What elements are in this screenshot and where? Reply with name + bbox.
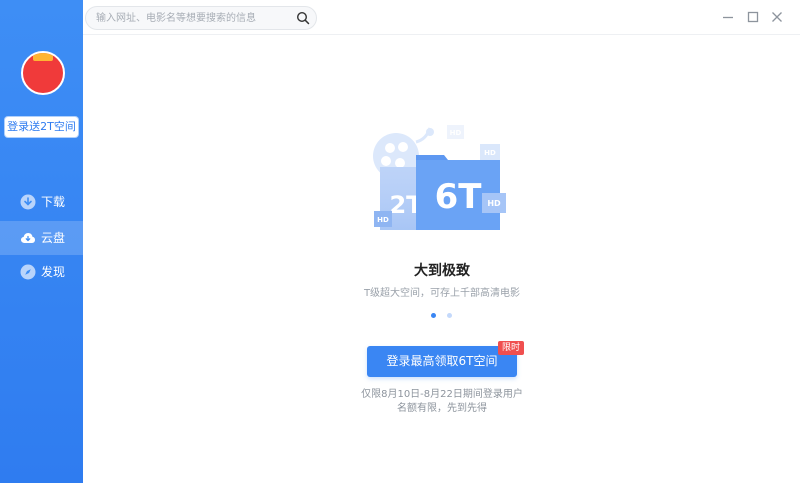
sidebar-item-download[interactable]: 下载 bbox=[0, 185, 83, 219]
sidebar-item-label: 下载 bbox=[41, 195, 66, 209]
sidebar-item-label: 发现 bbox=[41, 265, 66, 279]
claim-storage-button[interactable]: 登录最高领取6T空间 bbox=[367, 346, 517, 377]
promo-subtitle: T级超大空间，可存上千部高清电影 bbox=[363, 288, 521, 299]
promo-note-line1: 仅限8月10日-8月22日期间登录用户 bbox=[361, 389, 523, 400]
search-box bbox=[85, 6, 317, 30]
sidebar-item-cloud[interactable]: 云盘 bbox=[0, 221, 83, 255]
cloud-storage-illustration: HD 2T HD 6T HD HD bbox=[373, 125, 506, 230]
topbar-divider bbox=[83, 34, 800, 35]
sidebar-item-label: 云盘 bbox=[41, 231, 66, 245]
promo-note-line2: 名额有限，先到先得 bbox=[397, 403, 487, 414]
hd-tag: HD bbox=[450, 129, 462, 137]
promo-title: 大到极致 bbox=[414, 263, 470, 279]
card-6t-label: 6T bbox=[435, 177, 483, 217]
vip-strip bbox=[33, 53, 53, 61]
carousel-dot[interactable] bbox=[447, 313, 452, 318]
login-gift-button[interactable]: 登录送2T空间 bbox=[5, 117, 78, 137]
download-icon bbox=[20, 194, 36, 210]
sidebar-item-discover[interactable]: 发现 bbox=[0, 255, 83, 289]
sidebar: 登录送2T空间 下载 云盘 发现 bbox=[0, 0, 83, 483]
carousel-dot-active[interactable] bbox=[431, 313, 436, 318]
search-input[interactable] bbox=[96, 9, 286, 27]
svg-text:HD: HD bbox=[487, 199, 501, 208]
close-icon[interactable] bbox=[769, 9, 785, 25]
search-icon[interactable] bbox=[296, 11, 310, 25]
maximize-icon[interactable] bbox=[745, 9, 761, 25]
compass-icon bbox=[20, 264, 36, 280]
limited-time-badge: 限时 bbox=[498, 341, 524, 355]
avatar[interactable] bbox=[21, 51, 65, 95]
svg-text:HD: HD bbox=[377, 216, 389, 224]
minimize-icon[interactable] bbox=[720, 9, 736, 25]
cloud-icon bbox=[21, 233, 35, 243]
svg-text:HD: HD bbox=[484, 149, 496, 157]
